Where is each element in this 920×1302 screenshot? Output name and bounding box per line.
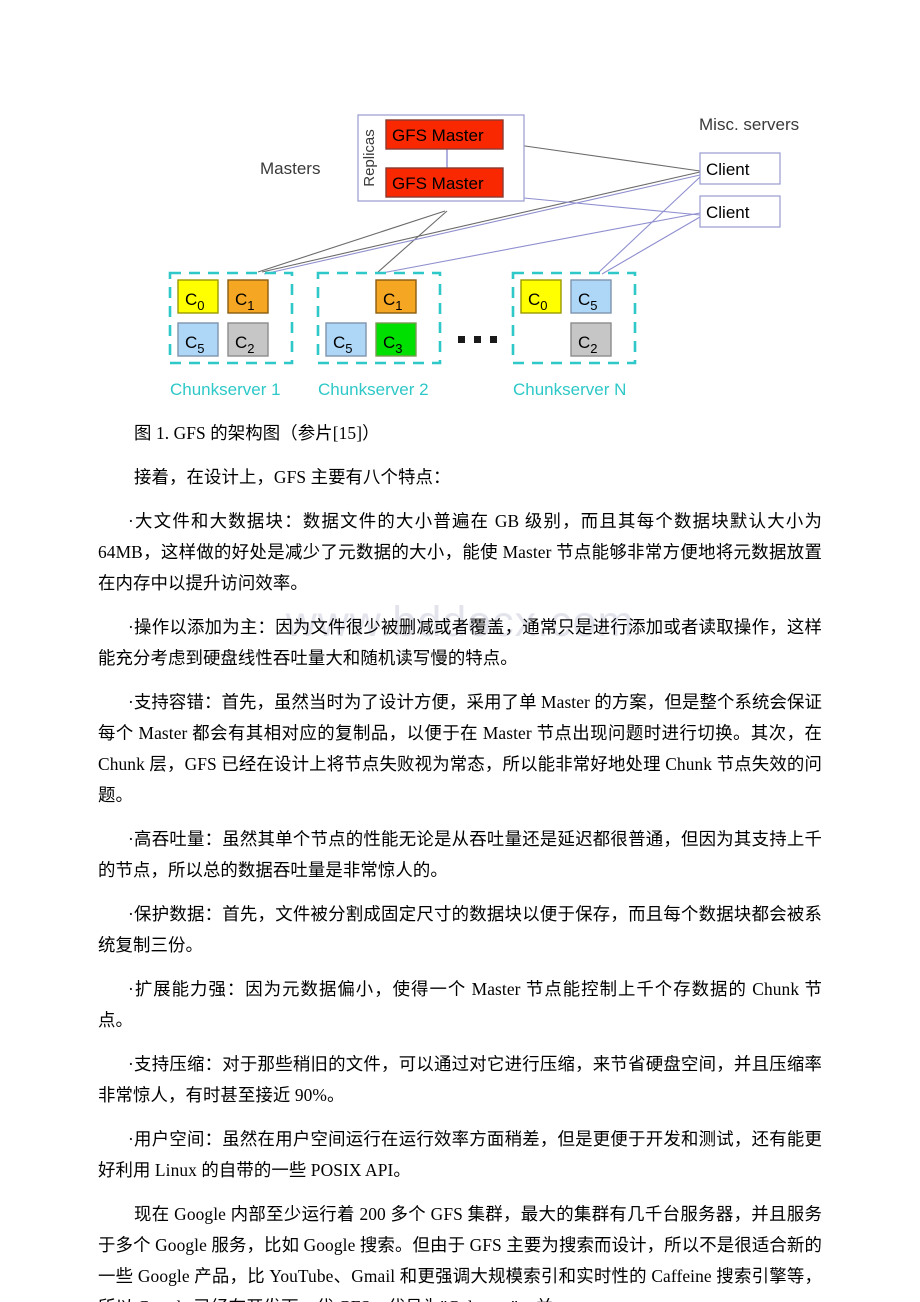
feature-paragraph: ·支持容错：首先，虽然当时为了设计方便，采用了单 Master 的方案，但是整个…: [98, 692, 822, 805]
link-master-client: [517, 144, 701, 172]
chunk-block: C3: [375, 322, 417, 357]
ellipsis: [458, 336, 497, 343]
chunk-block: C5: [177, 322, 219, 357]
chunk-subscript: 0: [540, 298, 547, 313]
feature-paragraph: ·保护数据：首先，文件被分割成固定尺寸的数据块以便于保存，而且每个数据块都会被系…: [98, 904, 822, 955]
chunk-block: C5: [570, 279, 612, 314]
misc-servers-label: Misc. servers: [699, 115, 799, 134]
chunkserver-group: C0 C5 C2 Chunkserver N: [511, 271, 637, 399]
chunk-label: C: [578, 333, 590, 352]
chunkserver-label: Chunkserver 1: [170, 380, 281, 399]
chunk-subscript: 5: [197, 341, 204, 356]
chunk-block: C5: [325, 322, 367, 357]
client-node: Client: [699, 195, 781, 228]
feature-paragraph: ·支持压缩：对于那些稍旧的文件，可以通过对它进行压缩，来节省硬盘空间，并且压缩率…: [98, 1054, 822, 1105]
chunk-block: C1: [375, 279, 417, 314]
masters-label: Masters: [260, 159, 320, 178]
chunkserver-group: C1 C5 C3 Chunkserver 2: [316, 271, 442, 399]
client-label: Client: [706, 203, 750, 222]
gfs-master-node: GFS Master: [385, 167, 504, 198]
document-body: 图 1. GFS 的架构图（参片[15]） 接着，在设计上，GFS 主要有八个特…: [98, 418, 822, 1302]
chunk-subscript: 5: [590, 298, 597, 313]
gfs-master-label: GFS Master: [392, 126, 484, 145]
chunk-subscript: 3: [395, 341, 402, 356]
gfs-architecture-figure: Replicas GFS Master GFS Master Masters M…: [0, 95, 920, 415]
chunk-block: C1: [227, 279, 269, 314]
feature-paragraph: ·操作以添加为主：因为文件很少被删减或者覆盖，通常只是进行添加或者读取操作，这样…: [98, 617, 822, 668]
chunk-subscript: 1: [395, 298, 402, 313]
link-client2-chunkserverN: [601, 216, 701, 275]
link-master-chunkserver1: [257, 210, 446, 273]
chunk-label: C: [383, 290, 395, 309]
gfs-master-node: GFS Master: [385, 119, 504, 150]
chunk-label: C: [185, 333, 197, 352]
chunk-label: C: [383, 333, 395, 352]
client-label: Client: [706, 160, 750, 179]
chunkserver-group: C0 C1 C5 C2 Chunkserver 1: [168, 271, 294, 399]
chunk-label: C: [235, 333, 247, 352]
closing-paragraph: 现在 Google 内部至少运行着 200 多个 GFS 集群，最大的集群有几千…: [98, 1204, 822, 1302]
chunk-label: C: [578, 290, 590, 309]
chunk-label: C: [235, 290, 247, 309]
chunk-block: C2: [227, 322, 269, 357]
client-node: Client: [699, 152, 781, 185]
feature-paragraph: ·扩展能力强：因为元数据偏小，使得一个 Master 节点能控制上千个存数据的 …: [98, 979, 822, 1030]
chunk-subscript: 2: [247, 341, 254, 356]
feature-paragraph: ·高吞吐量：虽然其单个节点的性能无论是从吞吐量还是延迟都很普通，但因为其支持上千…: [98, 829, 822, 880]
chunk-label: C: [185, 290, 197, 309]
chunkserver-label: Chunkserver N: [513, 380, 626, 399]
feature-paragraph: ·用户空间：虽然在用户空间运行在运行效率方面稍差，但是更便于开发和测试，还有能更…: [98, 1129, 822, 1180]
feature-paragraph: ·大文件和大数据块：数据文件的大小普遍在 GB 级别，而且其每个数据块默认大小为…: [98, 511, 822, 593]
chunk-label: C: [528, 290, 540, 309]
replicas-label: Replicas: [361, 129, 378, 187]
link-client2-chunkserver2: [381, 212, 701, 274]
chunk-block: C0: [177, 279, 219, 314]
document-page: www.bddocx.com Replicas GFS Master GFS M…: [0, 0, 920, 1302]
chunk-label: C: [333, 333, 345, 352]
chunk-block: C0: [520, 279, 562, 314]
figure-caption: 图 1. GFS 的架构图（参片[15]）: [134, 423, 380, 443]
chunk-block: C2: [570, 322, 612, 357]
gfs-master-label: GFS Master: [392, 174, 484, 193]
chunkserver-label: Chunkserver 2: [318, 380, 429, 399]
chunk-subscript: 5: [345, 341, 352, 356]
chunk-subscript: 2: [590, 341, 597, 356]
intro-paragraph: 接着，在设计上，GFS 主要有八个特点：: [134, 467, 451, 487]
chunk-subscript: 0: [197, 298, 204, 313]
chunk-subscript: 1: [247, 298, 254, 313]
